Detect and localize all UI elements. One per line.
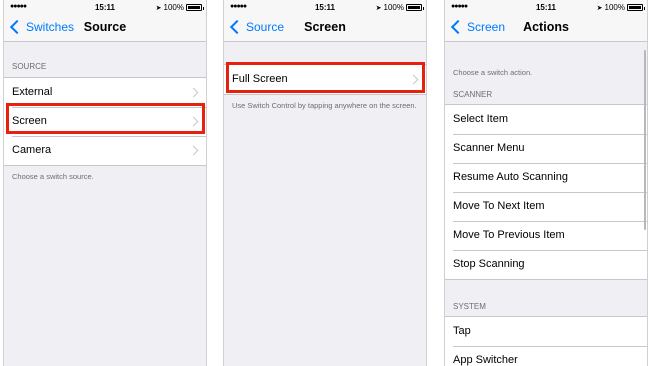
- footer-note: Choose a switch source.: [12, 172, 94, 181]
- nav-bar: Screen Actions: [445, 14, 647, 42]
- page-title: Actions: [523, 20, 569, 34]
- highlight-box: [6, 103, 205, 134]
- chevron-right-icon: [188, 145, 199, 156]
- page-title: Screen: [304, 20, 346, 34]
- list-item-resume-auto-scanning[interactable]: Resume Auto Scanning: [445, 163, 647, 192]
- scanner-list: Select Item Scanner Menu Resume Auto Sca…: [445, 104, 647, 280]
- item-label: App Switcher: [453, 354, 518, 366]
- item-label: External: [12, 86, 53, 98]
- list-item-app-switcher[interactable]: App Switcher: [445, 346, 647, 366]
- item-label: Tap: [453, 325, 471, 337]
- battery-icon: [186, 4, 204, 11]
- status-bar: ●●●●● 15:11 ➤ 100%: [224, 0, 426, 14]
- instruction-note: Choose a switch action.: [453, 68, 533, 77]
- list-item-tap[interactable]: Tap: [445, 317, 647, 346]
- item-label: Move To Previous Item: [453, 229, 565, 241]
- item-label: Select Item: [453, 113, 509, 125]
- location-icon: ➤: [596, 4, 603, 12]
- status-bar: ●●●●● 15:11 ➤ 100%: [4, 0, 206, 14]
- item-label: Resume Auto Scanning: [453, 171, 568, 183]
- system-list: Tap App Switcher: [445, 316, 647, 366]
- list-item-camera[interactable]: Camera: [4, 136, 206, 165]
- section-header-system: SYSTEM: [453, 302, 486, 311]
- battery-icon: [406, 4, 424, 11]
- screen-source: ●●●●● 15:11 ➤ 100% Switches Source SOURC…: [3, 0, 207, 366]
- item-label: Move To Next Item: [453, 200, 545, 212]
- screen-screen: ●●●●● 15:11 ➤ 100% Source Screen Full Sc…: [223, 0, 427, 366]
- item-label: Camera: [12, 144, 52, 156]
- status-bar: ●●●●● 15:11 ➤ 100%: [445, 0, 647, 14]
- nav-bar: Switches Source: [4, 14, 206, 42]
- battery-icon: [627, 4, 645, 11]
- list-item-select-item[interactable]: Select Item: [445, 105, 647, 134]
- location-icon: ➤: [375, 4, 382, 12]
- screen-actions: ●●●●● 15:11 ➤ 100% Screen Actions Choose…: [444, 0, 648, 366]
- battery-percent: 100%: [163, 3, 184, 12]
- battery-percent: 100%: [604, 3, 625, 12]
- footer-note: Use Switch Control by tapping anywhere o…: [232, 101, 417, 110]
- battery-percent: 100%: [383, 3, 404, 12]
- highlight-box: [226, 62, 425, 93]
- list-item-stop-scanning[interactable]: Stop Scanning: [445, 250, 647, 279]
- section-header-source: SOURCE: [12, 62, 47, 71]
- nav-bar: Source Screen: [224, 14, 426, 42]
- scrollbar[interactable]: [644, 50, 646, 230]
- list-item-scanner-menu[interactable]: Scanner Menu: [445, 134, 647, 163]
- location-icon: ➤: [155, 4, 162, 12]
- page-title: Source: [83, 20, 127, 34]
- chevron-right-icon: [188, 87, 199, 98]
- list-item-move-to-previous-item[interactable]: Move To Previous Item: [445, 221, 647, 250]
- item-label: Stop Scanning: [453, 258, 525, 270]
- section-header-scanner: SCANNER: [453, 90, 493, 99]
- list-item-move-to-next-item[interactable]: Move To Next Item: [445, 192, 647, 221]
- item-label: Scanner Menu: [453, 142, 525, 154]
